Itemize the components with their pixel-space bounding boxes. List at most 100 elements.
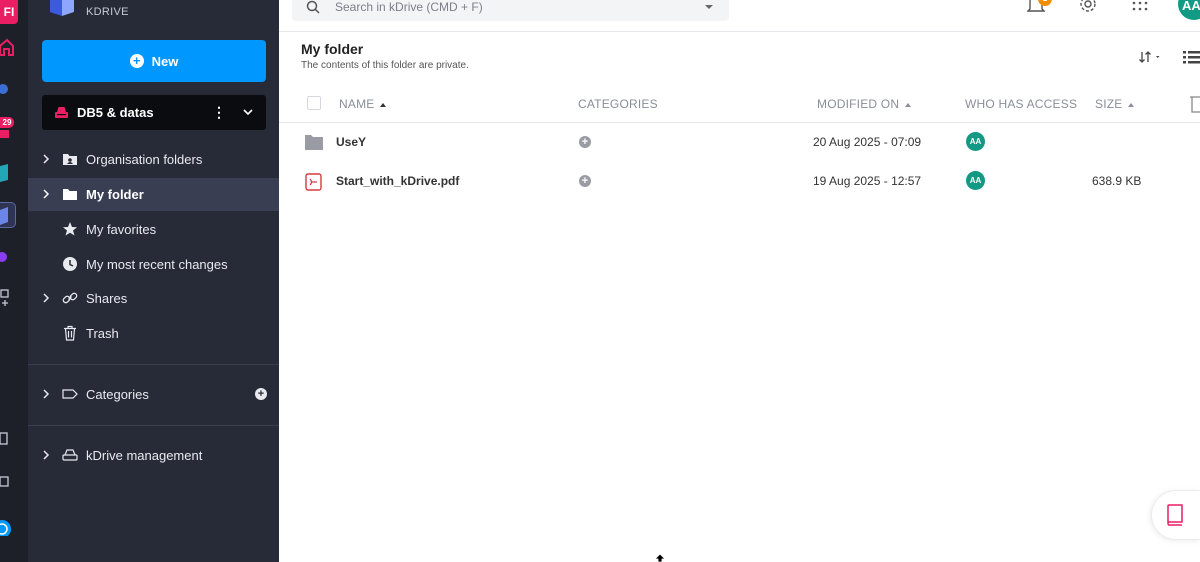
star-icon bbox=[63, 222, 77, 236]
chevron-right-icon[interactable] bbox=[41, 154, 51, 164]
column-settings-icon[interactable] bbox=[1189, 95, 1200, 113]
sidebar-item-organisation-folders[interactable]: Organisation folders bbox=[28, 143, 279, 176]
sidebar-item-label: My most recent changes bbox=[86, 257, 228, 272]
table-row[interactable]: UseY + 20 Aug 2025 - 07:09 AA bbox=[279, 123, 1200, 161]
column-header-categories: CATEGORIES bbox=[578, 97, 658, 111]
sidebar-divider bbox=[28, 425, 279, 426]
add-category-icon[interactable]: + bbox=[579, 136, 591, 148]
sidebar-item-label: Shares bbox=[86, 291, 128, 306]
column-header-size[interactable]: SIZE bbox=[1095, 97, 1135, 111]
calendar-app-icon[interactable] bbox=[0, 128, 14, 146]
sidebar-item-label: Categories bbox=[86, 387, 149, 402]
sidebar-item-my-folder[interactable]: My folder bbox=[28, 178, 279, 211]
page-title: My folder bbox=[301, 41, 364, 57]
sidebar-item-kdrive-management[interactable]: kDrive management bbox=[28, 439, 279, 472]
add-app-icon[interactable] bbox=[0, 289, 14, 307]
drive-management-icon bbox=[62, 449, 78, 461]
column-label: WHO HAS ACCESS bbox=[965, 97, 1078, 111]
folder-icon bbox=[63, 189, 77, 200]
sidebar-item-label: Organisation folders bbox=[86, 152, 203, 167]
file-table-header: NAME CATEGORIES MODIFIED ON WHO HAS ACCE… bbox=[279, 85, 1200, 123]
link-icon bbox=[62, 292, 78, 304]
sort-icon bbox=[1128, 102, 1135, 107]
search-options-dropdown-icon[interactable] bbox=[705, 5, 713, 9]
table-row[interactable]: Start_with_kDrive.pdf + 19 Aug 2025 - 12… bbox=[279, 162, 1200, 200]
chevron-right-icon[interactable] bbox=[41, 189, 51, 199]
mail-app-icon[interactable] bbox=[0, 82, 14, 100]
kchat-app-icon[interactable] bbox=[0, 164, 14, 182]
file-name[interactable]: Start_with_kDrive.pdf bbox=[336, 174, 459, 188]
new-button-label: New bbox=[151, 53, 179, 69]
modified-date: 19 Aug 2025 - 12:57 bbox=[813, 174, 922, 188]
sidebar-item-my-favorites[interactable]: My favorites bbox=[28, 213, 279, 246]
drive-icon bbox=[55, 107, 68, 118]
sidebar-item-label: My favorites bbox=[86, 222, 157, 237]
home-icon[interactable] bbox=[0, 38, 14, 56]
add-category-icon[interactable]: + bbox=[255, 388, 267, 400]
notification-count-badge: 29 bbox=[0, 117, 14, 128]
new-button[interactable]: + New bbox=[42, 40, 266, 82]
sidebar-item-label: Trash bbox=[86, 326, 119, 341]
column-label: MODIFIED ON bbox=[817, 97, 900, 111]
search-bar[interactable]: Search in kDrive (CMD + F) bbox=[292, 0, 729, 21]
plus-icon: + bbox=[129, 54, 144, 68]
sidebar: KDRIVE + New DB5 & datas ⋮ Organisation … bbox=[28, 0, 279, 562]
drive-name: DB5 & datas bbox=[77, 105, 154, 120]
add-category-icon[interactable]: + bbox=[579, 175, 591, 187]
folder-icon bbox=[305, 135, 323, 150]
trash-icon bbox=[64, 325, 76, 341]
search-icon bbox=[306, 0, 320, 14]
sort-options-icon[interactable] bbox=[1138, 50, 1164, 64]
file-name[interactable]: UseY bbox=[336, 135, 366, 149]
sidebar-item-recent-changes[interactable]: My most recent changes bbox=[28, 248, 279, 281]
kdrive-app-icon bbox=[0, 207, 8, 225]
drive-options-icon[interactable]: ⋮ bbox=[212, 105, 226, 119]
device-icon[interactable] bbox=[0, 432, 14, 450]
settings-gear-icon[interactable] bbox=[1078, 0, 1098, 14]
list-view-icon[interactable] bbox=[1183, 50, 1200, 64]
app-rail: FI 29 bbox=[0, 0, 28, 562]
column-label: CATEGORIES bbox=[578, 97, 658, 111]
sidebar-item-label: kDrive management bbox=[86, 448, 203, 463]
sidebar-item-label: My folder bbox=[86, 187, 144, 202]
column-header-modified[interactable]: MODIFIED ON bbox=[817, 97, 912, 111]
sidebar-divider bbox=[28, 364, 279, 365]
access-avatar[interactable]: AA bbox=[966, 132, 985, 151]
pdf-file-icon bbox=[305, 173, 322, 191]
header-divider bbox=[279, 31, 1200, 32]
select-all-checkbox[interactable] bbox=[307, 96, 321, 110]
book-icon bbox=[1167, 504, 1183, 526]
folder-privacy-note: The contents of this folder are private. bbox=[301, 60, 469, 71]
mouse-cursor-icon bbox=[654, 554, 666, 562]
chevron-down-icon[interactable] bbox=[242, 106, 254, 118]
column-header-access: WHO HAS ACCESS bbox=[965, 97, 1077, 111]
ai-app-icon[interactable] bbox=[0, 250, 14, 268]
column-label: NAME bbox=[339, 97, 375, 111]
sidebar-item-shares[interactable]: Shares bbox=[28, 282, 279, 315]
file-size: 638.9 KB bbox=[1092, 174, 1142, 188]
user-avatar[interactable]: AA bbox=[1178, 0, 1200, 20]
chevron-right-icon[interactable] bbox=[41, 293, 51, 303]
organisation-folder-icon bbox=[63, 154, 77, 165]
chevron-right-icon[interactable] bbox=[41, 389, 51, 399]
brand-name: KDRIVE bbox=[86, 6, 129, 18]
sort-icon bbox=[905, 102, 912, 107]
terminal-icon[interactable] bbox=[0, 475, 14, 493]
column-header-name[interactable]: NAME bbox=[339, 97, 387, 111]
chevron-right-icon[interactable] bbox=[41, 450, 51, 460]
search-input[interactable]: Search in kDrive (CMD + F) bbox=[335, 0, 483, 14]
help-button[interactable] bbox=[1151, 490, 1200, 540]
access-avatar[interactable]: AA bbox=[966, 171, 985, 190]
drive-selector[interactable]: DB5 & datas ⋮ bbox=[42, 95, 266, 130]
sidebar-item-categories[interactable]: Categories bbox=[28, 378, 279, 411]
kdrive-app-active-indicator[interactable] bbox=[0, 202, 16, 228]
tag-icon bbox=[62, 389, 78, 399]
modified-date: 20 Aug 2025 - 07:09 bbox=[813, 135, 922, 149]
app-switcher-logo[interactable]: FI bbox=[0, 0, 18, 24]
apps-grid-icon[interactable] bbox=[1132, 1, 1148, 13]
sort-ascending-icon bbox=[380, 102, 387, 107]
column-label: SIZE bbox=[1095, 97, 1123, 111]
sidebar-item-trash[interactable]: Trash bbox=[28, 317, 279, 350]
clock-icon bbox=[63, 257, 77, 271]
support-icon[interactable] bbox=[0, 518, 14, 536]
